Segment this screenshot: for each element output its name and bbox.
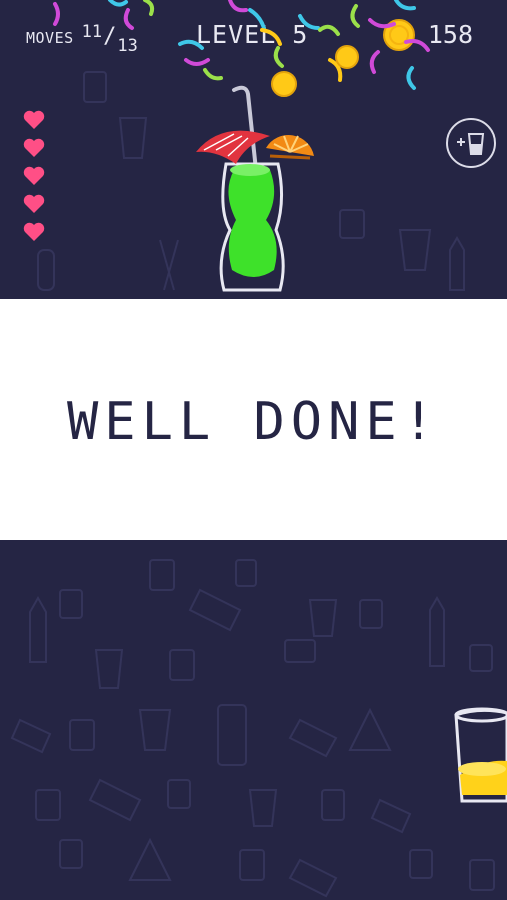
completed-glass (196, 85, 314, 292)
side-glass[interactable] (440, 705, 507, 805)
coin-icon (383, 19, 415, 51)
moves-current: 11 (81, 22, 103, 42)
add-glass-icon (457, 133, 485, 155)
level-label: LEVEL 5 (196, 20, 309, 49)
banner-text: WELL DONE! (66, 391, 441, 452)
moves-counter: MOVES 11 / 13 (26, 22, 138, 56)
heart-icon (23, 110, 45, 129)
heart-icon (23, 222, 45, 241)
lives (22, 108, 46, 248)
heart-icon (23, 138, 45, 157)
add-glass-button[interactable] (446, 118, 496, 168)
heart-icon (23, 166, 45, 185)
moves-label: MOVES (26, 29, 74, 47)
coin-count: 158 (427, 20, 473, 49)
moves-total: 13 (117, 36, 138, 56)
heart-icon (23, 194, 45, 213)
hud: MOVES 11 / 13 LEVEL 5 158 (0, 0, 507, 70)
well-done-banner: WELL DONE! (0, 299, 507, 540)
moves-separator: / (103, 24, 117, 49)
